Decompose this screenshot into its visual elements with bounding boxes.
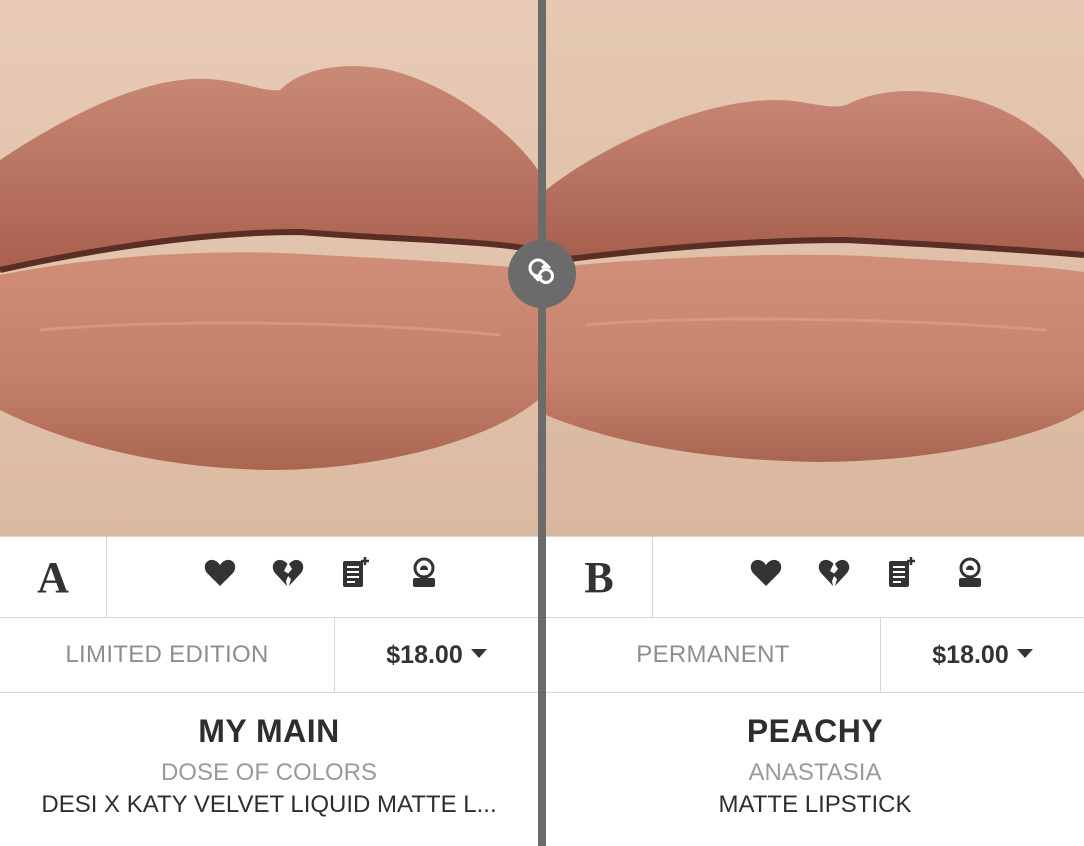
swatch-meta-b: PERMANENT $18.00: [546, 618, 1084, 693]
swap-button[interactable]: [508, 240, 576, 308]
price-dropdown-a[interactable]: $18.00: [335, 618, 538, 692]
availability-status-b: PERMANENT: [546, 618, 881, 692]
broken-heart-icon[interactable]: [816, 555, 852, 591]
lip-swatch-photo-a[interactable]: [0, 0, 538, 536]
add-to-list-icon[interactable]: [338, 555, 374, 591]
price-dropdown-b[interactable]: $18.00: [881, 618, 1084, 692]
brand-name-a[interactable]: DOSE OF COLORS: [0, 759, 538, 787]
heart-icon[interactable]: [748, 555, 784, 591]
price-value-a: $18.00: [386, 640, 463, 669]
add-to-list-icon[interactable]: [884, 555, 920, 591]
heart-icon[interactable]: [202, 555, 238, 591]
product-name-a[interactable]: DESI X KATY VELVET LIQUID MATTE L...: [10, 791, 528, 819]
swatch-toolbar-b: B: [546, 536, 1084, 618]
lip-swatch-photo-b[interactable]: [546, 0, 1084, 536]
dupe-finder-icon[interactable]: [952, 555, 988, 591]
product-info-a: MY MAIN DOSE OF COLORS DESI X KATY VELVE…: [0, 693, 538, 846]
action-icons-b: [653, 537, 1084, 617]
action-icons-a: [107, 537, 538, 617]
brand-name-b[interactable]: ANASTASIA: [546, 759, 1084, 787]
chevron-down-icon: [470, 648, 487, 658]
dupe-finder-icon[interactable]: [406, 555, 442, 591]
availability-status-a: LIMITED EDITION: [0, 618, 335, 692]
product-name-b[interactable]: MATTE LIPSTICK: [556, 791, 1074, 819]
broken-heart-icon[interactable]: [270, 555, 306, 591]
swatch-meta-a: LIMITED EDITION $18.00: [0, 618, 538, 693]
shade-name-b[interactable]: PEACHY: [546, 713, 1084, 750]
chevron-down-icon: [1016, 648, 1033, 658]
swatch-letter-b: B: [546, 537, 653, 617]
swatch-panel-a: A LIMITED EDITION $18.00 MY MAIN DOSE OF…: [0, 0, 538, 846]
product-info-b: PEACHY ANASTASIA MATTE LIPSTICK: [546, 693, 1084, 846]
comparison-divider[interactable]: [538, 0, 546, 846]
swatch-panel-b: B PERMANENT $18.00 PEACHY ANASTASIA MATT…: [546, 0, 1084, 846]
swatch-toolbar-a: A: [0, 536, 538, 618]
swap-icon: [525, 255, 559, 294]
swatch-letter-a: A: [0, 537, 107, 617]
shade-name-a[interactable]: MY MAIN: [0, 713, 538, 750]
price-value-b: $18.00: [932, 640, 1009, 669]
